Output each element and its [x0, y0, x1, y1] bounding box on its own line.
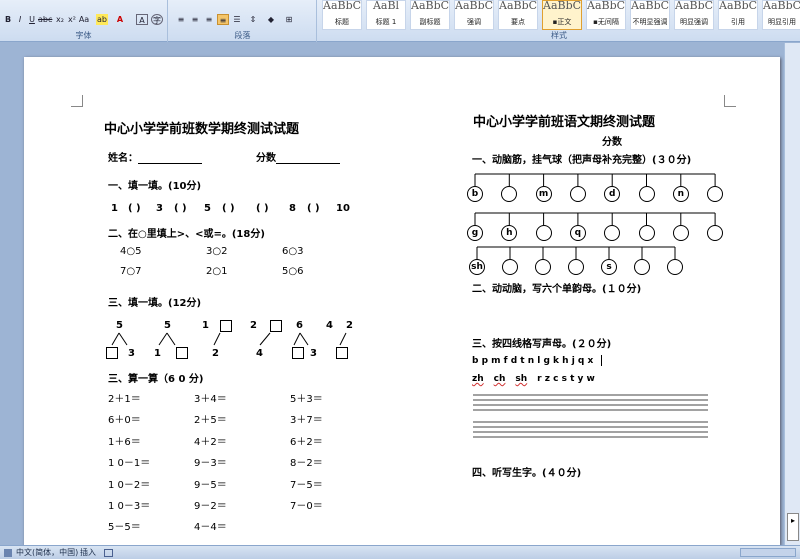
style-4[interactable]: AaBbC 要点: [498, 0, 538, 30]
style-name: 标题: [335, 18, 349, 26]
insert-mode-status[interactable]: 插入: [80, 546, 96, 559]
macro-icon[interactable]: [104, 549, 113, 557]
bold-button[interactable]: B: [2, 14, 14, 25]
font-color-button[interactable]: A: [114, 14, 126, 25]
style-name: 明显强调: [680, 18, 708, 26]
document-page[interactable]: 中心小学学前班数学期终测试试题 姓名： 分数 一、填一填。(10分) 1( ) 3…: [24, 57, 780, 545]
justify-icon[interactable]: ≡: [217, 14, 229, 25]
font-group-label: 字体: [75, 31, 92, 40]
style-3[interactable]: AaBbC 强调: [454, 0, 494, 30]
styles-group: AaBbC 标题 AaBl 标题 1 AaBbC 副标题 AaBbC 强调 AaBbC 要点 AaB…: [318, 0, 800, 42]
style-7[interactable]: AaBbC 不明显强调: [630, 0, 670, 30]
style-8[interactable]: AaBbC 明显强调: [674, 0, 714, 30]
italic-button[interactable]: I: [14, 14, 26, 25]
style-preview: AaBbC: [411, 1, 449, 12]
underline-button[interactable]: U: [26, 14, 38, 25]
char-shading-button[interactable]: A: [136, 14, 148, 25]
style-preview: AaBbC: [323, 1, 361, 12]
ribbon: B I U abc x₂ x² Aa ab A A 字 字体 ≡ ≡ ≡ ≡ ☰…: [0, 0, 800, 42]
style-10[interactable]: AaBbC 明显引用: [762, 0, 800, 30]
superscript-button[interactable]: x²: [66, 14, 78, 25]
style-preview: AaBbC: [455, 1, 493, 12]
status-bar: 中文(简体，中国) 插入: [0, 545, 800, 559]
language-status[interactable]: 中文(简体，中国): [16, 546, 78, 559]
style-2[interactable]: AaBbC 副标题: [410, 0, 450, 30]
style-preview: AaBbC: [719, 1, 757, 12]
distributed-icon[interactable]: ☰: [231, 14, 243, 25]
styles-group-label: 样式: [551, 31, 567, 40]
style-preview: AaBl: [372, 1, 400, 12]
style-preview: AaBbC: [499, 1, 537, 12]
borders-icon[interactable]: ⊞: [283, 14, 295, 25]
style-preview: AaBbC: [543, 1, 581, 12]
strikethrough-button[interactable]: abc: [38, 14, 52, 25]
align-center-icon[interactable]: ≡: [189, 14, 201, 25]
style-name: 要点: [511, 18, 525, 26]
vertical-scrollbar[interactable]: ▸: [784, 43, 800, 545]
enclose-char-button[interactable]: 字: [151, 14, 163, 25]
four-line-grid: [473, 394, 708, 438]
style-0[interactable]: AaBbC 标题: [322, 0, 362, 30]
view-buttons[interactable]: [740, 548, 796, 557]
style-5[interactable]: AaBbC ▪正文: [542, 0, 582, 30]
shading-icon[interactable]: ◆: [265, 14, 277, 25]
style-preview: AaBbC: [631, 1, 669, 12]
highlight-icon[interactable]: ab: [96, 14, 108, 25]
page-icon: [4, 549, 12, 557]
style-name: 强调: [467, 18, 481, 26]
style-name: 引用: [731, 18, 745, 26]
select-browse-object-icon[interactable]: ▸: [787, 513, 799, 541]
subscript-button[interactable]: x₂: [54, 14, 66, 25]
style-name: 副标题: [419, 18, 441, 26]
style-9[interactable]: AaBbC 引用: [718, 0, 758, 30]
align-right-icon[interactable]: ≡: [203, 14, 215, 25]
font-group: B I U abc x₂ x² Aa ab A A 字 字体: [0, 0, 168, 42]
paragraph-group: ≡ ≡ ≡ ≡ ☰ ⇕ ◆ ⊞ 段落: [169, 0, 317, 42]
style-preview: AaBbC: [675, 1, 713, 12]
paragraph-group-label: 段落: [234, 31, 251, 40]
change-case-button[interactable]: Aa: [78, 14, 90, 25]
line-spacing-icon[interactable]: ⇕: [247, 14, 259, 25]
style-name: 标题 1: [375, 18, 397, 26]
chinese-section-4: 四、听写生字。(４０分): [472, 468, 582, 479]
style-name: 不明显强调: [632, 18, 668, 26]
style-preview: AaBbC: [587, 1, 625, 12]
style-name: 明显引用: [768, 18, 796, 26]
style-preview: AaBbC: [763, 1, 800, 12]
style-name: ▪正文: [552, 18, 572, 26]
style-1[interactable]: AaBl 标题 1: [366, 0, 406, 30]
style-6[interactable]: AaBbC ▪无间隔: [586, 0, 626, 30]
style-name: ▪无间隔: [593, 18, 619, 26]
align-left-icon[interactable]: ≡: [175, 14, 187, 25]
